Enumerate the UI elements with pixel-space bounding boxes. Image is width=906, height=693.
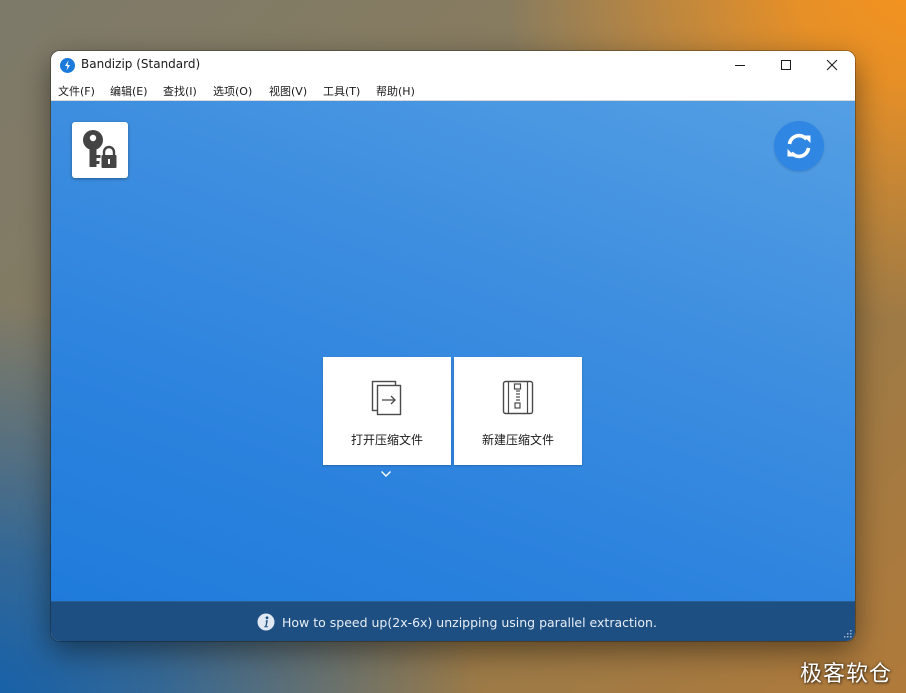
chevron-down-icon[interactable] (380, 470, 392, 478)
info-icon (257, 613, 275, 631)
menu-edit[interactable]: 编辑(E) (110, 83, 148, 99)
status-bar: How to speed up(2x-6x) unzipping using p… (51, 601, 855, 641)
watermark: 极客软仓 (800, 662, 893, 687)
menu-tools[interactable]: 工具(T) (323, 83, 360, 99)
new-archive-button[interactable]: 新建压缩文件 (454, 357, 582, 465)
bandizip-window: Bandizip (Standard) 文件(F) 编辑(E) 查找(I) 选项… (51, 51, 855, 641)
menu-bar: 文件(F) 编辑(E) 查找(I) 选项(O) 视图(V) 工具(T) 帮助(H… (51, 79, 855, 101)
close-icon (826, 59, 838, 71)
menu-options[interactable]: 选项(O) (213, 83, 252, 99)
new-archive-icon (502, 380, 534, 415)
menu-file[interactable]: 文件(F) (58, 83, 95, 99)
minimize-button[interactable] (717, 51, 763, 79)
menu-help[interactable]: 帮助(H) (376, 83, 415, 99)
main-content: 打开压缩文件 新建压缩文件 (51, 101, 855, 601)
open-archive-label: 打开压缩文件 (350, 433, 423, 447)
menu-view[interactable]: 视图(V) (269, 83, 307, 99)
open-archive-button[interactable]: 打开压缩文件 (323, 357, 451, 465)
resize-grip-icon[interactable] (843, 629, 853, 639)
close-button[interactable] (809, 51, 855, 79)
refresh-button[interactable] (774, 121, 824, 171)
password-manager-button[interactable] (72, 122, 128, 178)
maximize-icon (781, 60, 791, 70)
maximize-button[interactable] (763, 51, 809, 79)
menu-find[interactable]: 查找(I) (163, 83, 197, 99)
new-archive-label: 新建压缩文件 (481, 433, 554, 447)
open-archive-icon (371, 380, 402, 416)
status-tip-link[interactable]: How to speed up(2x-6x) unzipping using p… (282, 615, 657, 630)
password-manager-icon (83, 130, 117, 168)
minimize-icon (735, 65, 745, 66)
title-bar[interactable]: Bandizip (Standard) (51, 51, 855, 79)
window-title: Bandizip (Standard) (81, 57, 201, 71)
bandizip-app-icon (60, 58, 75, 73)
refresh-icon (787, 133, 811, 159)
